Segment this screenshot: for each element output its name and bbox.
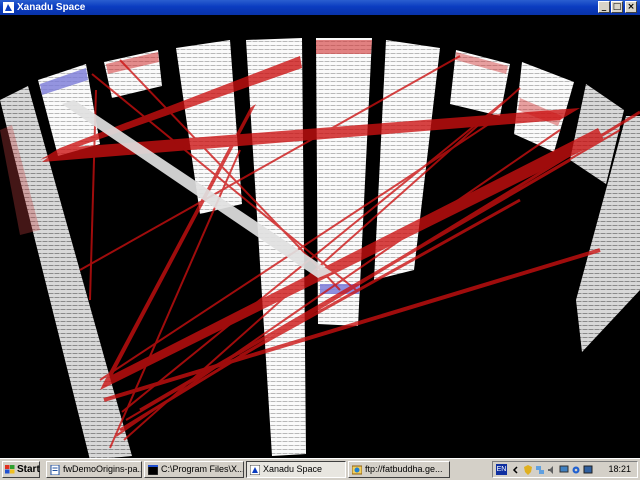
window-titlebar[interactable]: Xanadu Space _ □ × xyxy=(0,0,640,15)
notepad-icon xyxy=(50,465,60,475)
gear-icon[interactable] xyxy=(571,465,581,475)
taskbar-item-explorer[interactable]: ftp://fatbuddha.ge... xyxy=(348,461,450,478)
network-icon[interactable] xyxy=(535,465,545,475)
start-button[interactable]: Start xyxy=(2,461,40,478)
chevron-icon[interactable] xyxy=(511,465,521,475)
taskbar-item-label: ftp://fatbuddha.ge... xyxy=(365,464,443,474)
xanadu-app-icon xyxy=(3,2,14,13)
close-button[interactable]: × xyxy=(625,1,637,13)
taskbar: Start fwDemoOrigins-pa... C:\Program Fil… xyxy=(0,458,640,480)
console-icon xyxy=(148,465,158,475)
minimize-button[interactable]: _ xyxy=(598,1,610,13)
language-indicator[interactable]: EN xyxy=(496,464,507,475)
system-tray: EN 18:21 xyxy=(492,461,638,478)
taskbar-item-xanadu[interactable]: Xanadu Space xyxy=(246,461,346,478)
taskbar-item-label: fwDemoOrigins-pa... xyxy=(63,464,142,474)
start-label: Start xyxy=(17,464,40,475)
taskbar-item-notepad[interactable]: fwDemoOrigins-pa... xyxy=(46,461,142,478)
explorer-icon xyxy=(352,465,362,475)
windows-logo-icon xyxy=(5,465,15,474)
shield-icon[interactable] xyxy=(523,465,533,475)
document-page[interactable] xyxy=(38,64,100,156)
xanadu-3d-viewport[interactable] xyxy=(0,15,640,458)
taskbar-item-label: C:\Program Files\X... xyxy=(161,464,244,474)
speaker-icon[interactable] xyxy=(547,465,557,475)
document-page[interactable] xyxy=(514,62,574,152)
document-space-canvas[interactable] xyxy=(0,15,640,458)
window-title: Xanadu Space xyxy=(17,2,86,13)
clock[interactable]: 18:21 xyxy=(608,462,631,477)
maximize-button[interactable]: □ xyxy=(611,1,623,13)
taskbar-item-console[interactable]: C:\Program Files\X... xyxy=(144,461,244,478)
taskbar-item-label: Xanadu Space xyxy=(263,464,323,474)
xanadu-icon xyxy=(250,465,260,475)
document-page[interactable] xyxy=(316,38,372,326)
monitor-icon[interactable] xyxy=(559,465,569,475)
display-icon[interactable] xyxy=(583,465,593,475)
